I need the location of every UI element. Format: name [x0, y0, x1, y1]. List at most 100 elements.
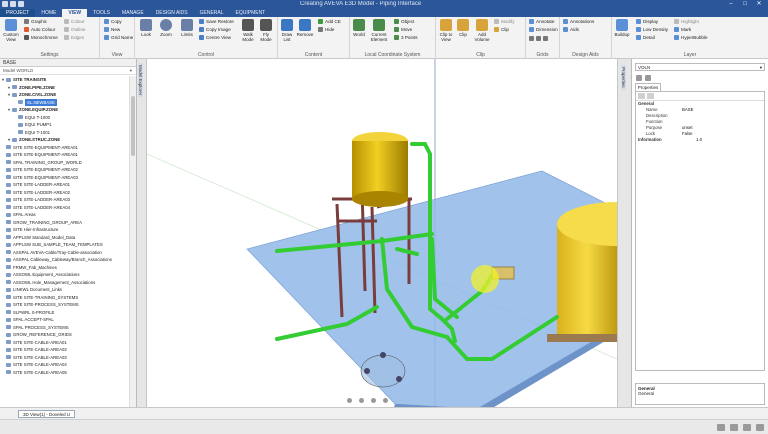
nav-orbit-icon[interactable] [383, 398, 388, 403]
tree-item[interactable]: ▾ ZONE.EQUIP.ZONE [0, 106, 128, 114]
tree-item[interactable]: SPAL TRAINING_GROUP_WORLD [0, 159, 128, 167]
outline-button[interactable]: Outline [64, 27, 86, 32]
tree-item[interactable]: SITE SITE-CABLE-AREA02 [0, 346, 128, 354]
properties-side-tab[interactable]: Properties [621, 65, 626, 90]
tree-item[interactable]: GROW_TRAINING_GROUP_AREA [0, 219, 128, 227]
remove-button[interactable]: Remove [296, 19, 314, 37]
centre-view-button[interactable]: Centre View [199, 35, 231, 40]
tree-item[interactable]: SLPWRL S-PROFILE [0, 309, 128, 317]
tree-item[interactable]: EQUI T-1001 [0, 129, 128, 137]
tree-item[interactable]: SITE SITE-EQUIPMENT-AREA01 [0, 144, 128, 152]
tree-item[interactable]: ▾ ZONE.CIVIL.ZONE [0, 91, 128, 99]
alphabetical-icon[interactable] [647, 93, 654, 99]
tree-item[interactable]: ASSPAL AVEVA-Cable/Tray-Cable-associatio… [0, 249, 128, 257]
nav-forward-icon[interactable] [371, 398, 376, 403]
clip-button[interactable]: Clip [456, 19, 470, 37]
tree-item[interactable]: ASSPAL Cableway_Cableway/Branch_Associat… [0, 256, 128, 264]
low-density-button[interactable]: Low Density [636, 27, 668, 32]
undo-icon[interactable] [10, 1, 16, 7]
auto-colour-button[interactable]: Auto Colour [24, 27, 55, 32]
compass-west-icon[interactable] [364, 368, 370, 374]
dimension-button[interactable]: Dimension [529, 27, 558, 32]
tree-item[interactable]: SITE SITE-CABLE-AREA05 [0, 369, 128, 377]
categorized-icon[interactable] [638, 93, 645, 99]
tree-item[interactable]: SITE SITE-LADDER-AREA03 [0, 196, 128, 204]
tree-item[interactable]: EQUI PUMP1 [0, 121, 128, 129]
buildup-button[interactable]: Buildup [614, 19, 630, 37]
menu-icon[interactable] [756, 424, 764, 431]
compass-east-icon[interactable] [396, 376, 402, 382]
tree-item[interactable]: SPAL ACCEPT-SPAL [0, 316, 128, 324]
tree-item[interactable]: ASSOWL Equipment_Associations [0, 271, 128, 279]
tree-item[interactable]: SITE SITE-LADDER-AREA02 [0, 189, 128, 197]
explorer-scrollbar[interactable] [129, 76, 136, 407]
tree-item[interactable]: SPAL PROCESS_SYSTEMS [0, 324, 128, 332]
tree-item[interactable]: FRMW_Fab_Machines [0, 264, 128, 272]
world-button[interactable]: World [352, 19, 366, 37]
tree-item[interactable]: SITE SITE-TRAINING_SYSTEMS [0, 294, 128, 302]
grid-tools[interactable] [529, 36, 548, 41]
view-tab[interactable]: 3D View(1) - Doveled U [18, 410, 76, 418]
tree-item[interactable]: SITE SITE-PROCESS_SYSTEMS [0, 301, 128, 309]
grid-name-button[interactable]: Grid Name [104, 35, 133, 40]
tree-item[interactable]: SITE SITE-EQUIPMENT-AREA03 [0, 174, 128, 182]
tab-tools[interactable]: TOOLS [87, 9, 116, 17]
scrollbar-thumb[interactable] [131, 96, 135, 156]
tab-equipment[interactable]: EQUIPMENT [230, 9, 272, 17]
edges-button[interactable]: Edges [64, 35, 84, 40]
properties-element-selector[interactable]: VOLN ▾ [635, 63, 765, 71]
hyperbubble-button[interactable]: HyperBubble [674, 35, 708, 40]
tree-item[interactable]: LINKWL Document_Links [0, 286, 128, 294]
tree-item[interactable]: SITE SITE-EQUIPMENT-AREA01 [0, 151, 128, 159]
3d-viewport[interactable] [147, 59, 617, 407]
detail-button[interactable]: Detail [636, 35, 655, 40]
custom-view-button[interactable]: Custom View [2, 19, 20, 42]
tree-item[interactable]: SITE SITE-LADDER-AREA01 [0, 181, 128, 189]
aids-button[interactable]: Aids [563, 27, 579, 32]
tree-item[interactable]: SITE SITE-CABLE-AREA04 [0, 361, 128, 369]
hide-button[interactable]: Hide [318, 27, 334, 32]
tank-1[interactable] [352, 141, 408, 199]
pin-icon[interactable] [636, 75, 642, 81]
tab-view[interactable]: VIEW [62, 9, 88, 17]
tree-item[interactable]: SITE SITE-LADDER-AREA04 [0, 204, 128, 212]
add-ce-button[interactable]: Add CE [318, 19, 341, 24]
tab-project[interactable]: PROJECT [0, 9, 36, 17]
tree-item[interactable]: SL.NEWBASE [0, 98, 128, 106]
limits-button[interactable]: Limits [178, 19, 196, 37]
tree-item[interactable]: ▾ ZONE.PIPE.ZONE [0, 84, 128, 92]
tree-item[interactable]: GROW_REFERENCE_GRIDS [0, 331, 128, 339]
tree-item[interactable]: SITE SITE-CABLE-AREA01 [0, 339, 128, 347]
refresh-icon[interactable] [645, 75, 651, 81]
maximize-icon[interactable]: □ [738, 0, 752, 9]
current-element-button[interactable]: Current Element [368, 19, 390, 42]
tab-home[interactable]: HOME [35, 9, 62, 17]
compass-north-icon[interactable] [380, 352, 386, 358]
quick-access-toolbar[interactable] [2, 1, 24, 7]
fullscreen-icon[interactable] [730, 424, 738, 431]
move-button[interactable]: Move [394, 27, 412, 32]
tree-item[interactable]: ▾ SITE TRAINSITE [0, 76, 128, 84]
copy-image-button[interactable]: Copy Image [199, 27, 231, 32]
tab-general[interactable]: GENERAL [194, 9, 230, 17]
tree-item[interactable]: EQUI T-1000 [0, 114, 128, 122]
clip-toggle-button[interactable]: Clip [494, 27, 509, 32]
look-button[interactable]: Look [138, 19, 154, 37]
walk-mode-button[interactable]: Walk Mode [240, 19, 256, 42]
object-button[interactable]: Object [394, 19, 414, 24]
model-explorer-tab[interactable]: Model Explorer [138, 63, 143, 98]
pump-highlight[interactable] [471, 265, 499, 293]
tree-item[interactable]: ▾ ZONE.STRUC.ZONE [0, 136, 128, 144]
draw-list-button[interactable]: Draw List [280, 19, 294, 42]
tab-design-aids[interactable]: DESIGN AIDS [150, 9, 194, 17]
tree-item[interactable]: SITE SITE-CABLE-AREA03 [0, 354, 128, 362]
tree-item[interactable]: SITE Hier-Infrastructure [0, 226, 128, 234]
fly-mode-button[interactable]: Fly Mode [258, 19, 274, 42]
graphic-button[interactable]: Graphic [24, 19, 47, 24]
nav-back-icon[interactable] [347, 398, 352, 403]
settings-icon[interactable] [717, 424, 725, 431]
3-points-button[interactable]: 3 Points [394, 35, 418, 40]
save-icon[interactable] [2, 1, 8, 7]
minimize-icon[interactable]: – [724, 0, 738, 9]
tree-item[interactable]: APPLSW SUB_SAMPLE_TEAM_TEMPLATES [0, 241, 128, 249]
